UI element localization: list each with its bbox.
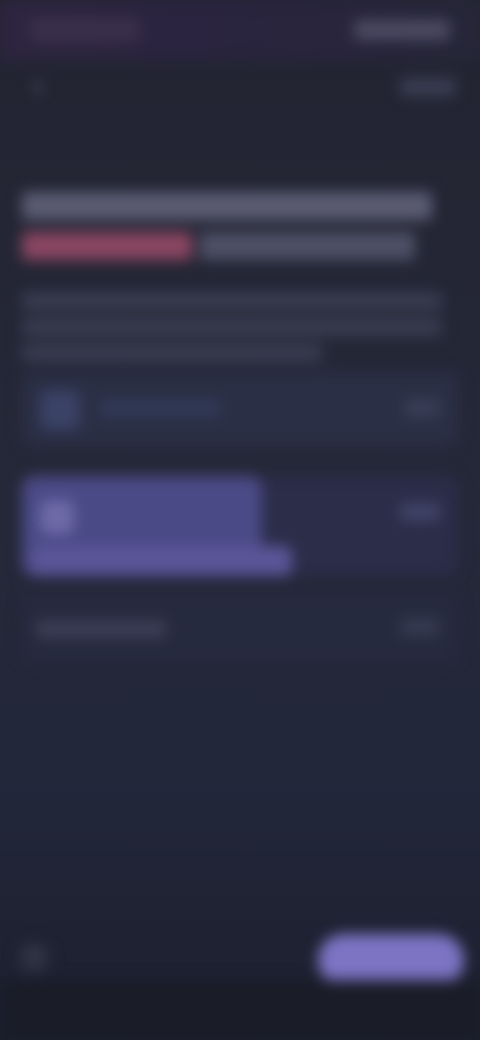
- option-label: [100, 400, 220, 416]
- headline-highlight: [22, 232, 192, 260]
- blurred-screen: ‹ ?: [0, 0, 480, 1040]
- option-value: [400, 618, 440, 636]
- description-line-3: [22, 344, 322, 362]
- option-value: [400, 504, 440, 520]
- status-bar: [0, 0, 480, 60]
- description-line-1: [22, 292, 442, 310]
- option-card-2-selected[interactable]: [22, 476, 458, 576]
- nav-action[interactable]: [400, 78, 456, 96]
- help-icon[interactable]: ?: [18, 942, 50, 974]
- headline-line-1: [22, 192, 432, 220]
- chevron-left-icon[interactable]: ‹: [22, 70, 54, 102]
- option-value: [404, 400, 440, 416]
- selection-highlight-lower: [32, 546, 292, 576]
- headline-line-2: [200, 232, 415, 260]
- option-card-1[interactable]: [22, 372, 458, 446]
- option-icon: [40, 500, 74, 534]
- description-line-2: [22, 318, 442, 336]
- option-icon: [40, 390, 80, 430]
- status-icons: [354, 20, 450, 40]
- option-label: [36, 620, 166, 638]
- bottom-gesture-area: [0, 980, 480, 1040]
- status-time: [30, 18, 140, 42]
- continue-button[interactable]: [318, 934, 464, 986]
- option-card-3[interactable]: [22, 592, 458, 664]
